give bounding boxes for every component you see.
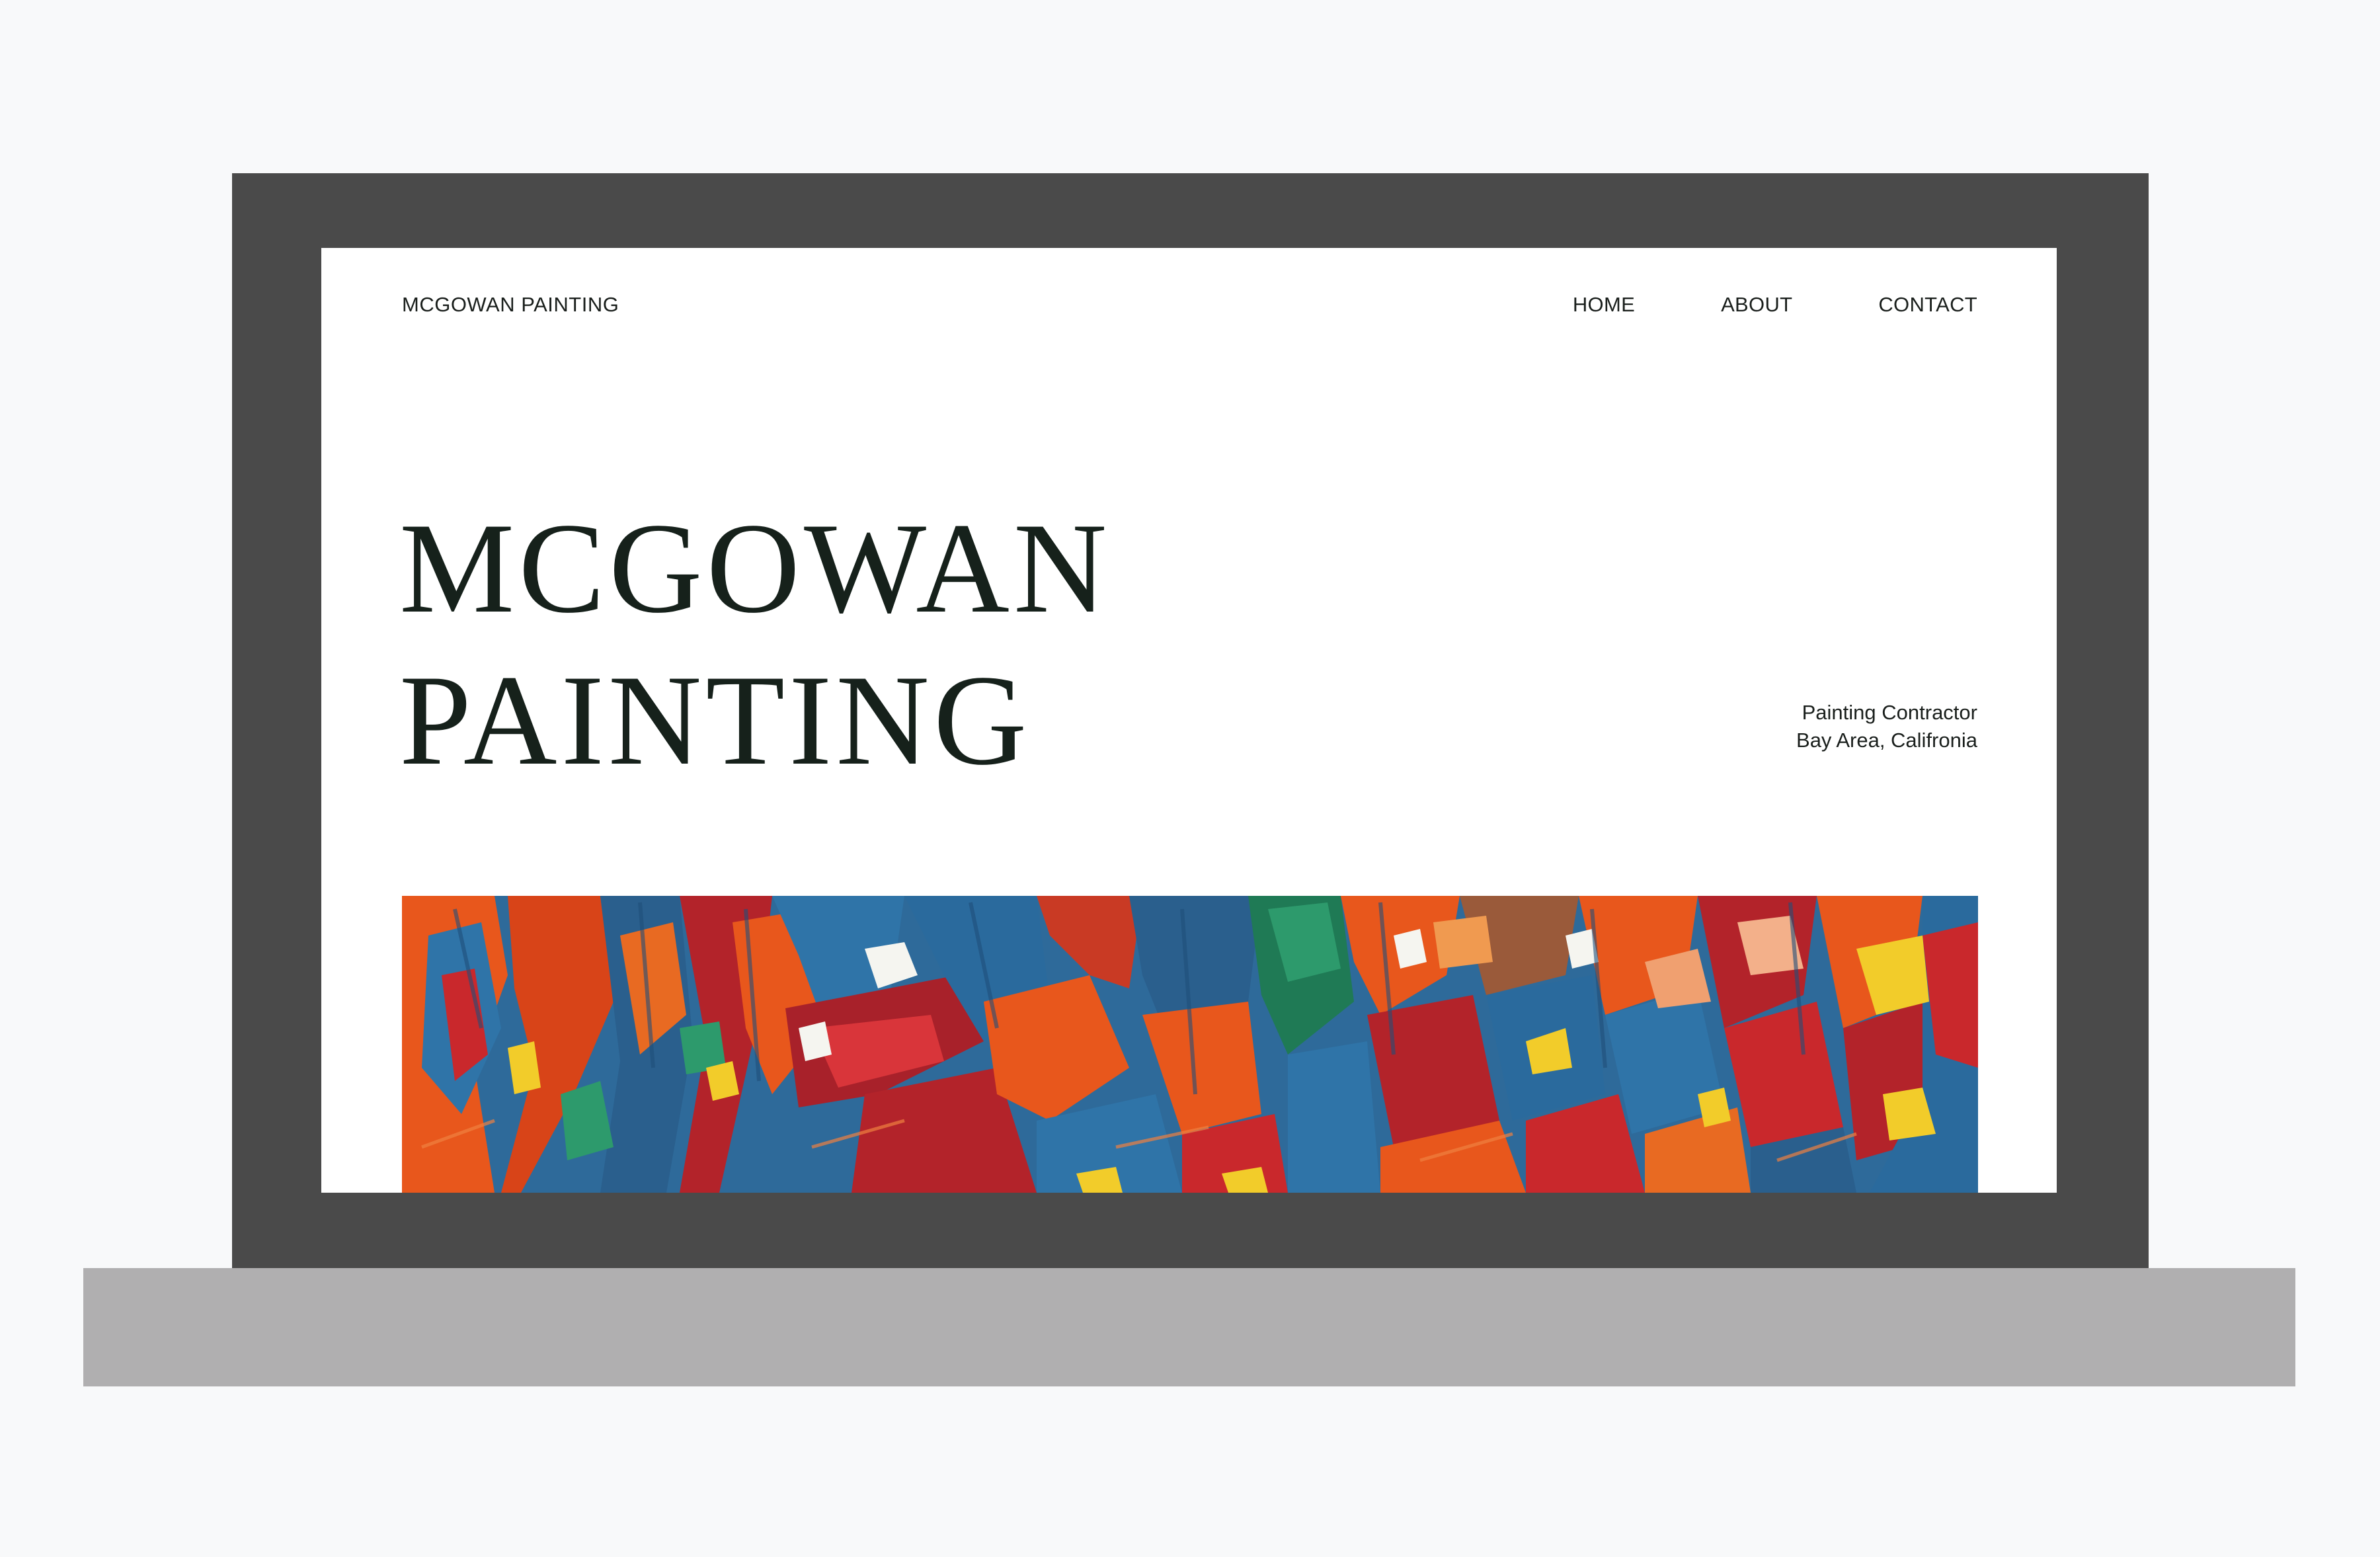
hero-title-line2: PAINTING <box>399 649 1031 792</box>
website-screen: MCGOWAN PAINTING HOME ABOUT CONTACT MCGO… <box>321 248 2057 1193</box>
tagline-line2: Bay Area, Califronia <box>1796 729 1977 752</box>
tagline: Painting Contractor Bay Area, Califronia <box>1796 699 1977 754</box>
abstract-painting-image <box>402 896 1978 1193</box>
nav-contact[interactable]: CONTACT <box>1878 293 1977 317</box>
tagline-line1: Painting Contractor <box>1802 701 1977 724</box>
nav-home[interactable]: HOME <box>1573 293 1635 317</box>
laptop-base <box>83 1268 2295 1386</box>
hero-title: MCGOWAN PAINTING <box>399 493 1111 797</box>
main-nav: HOME ABOUT CONTACT <box>1487 293 1977 317</box>
brand-link[interactable]: MCGOWAN PAINTING <box>402 293 619 317</box>
nav-about[interactable]: ABOUT <box>1721 293 1792 317</box>
hero-painting-image <box>402 896 1978 1193</box>
hero-title-line1: MCGOWAN <box>399 497 1111 640</box>
